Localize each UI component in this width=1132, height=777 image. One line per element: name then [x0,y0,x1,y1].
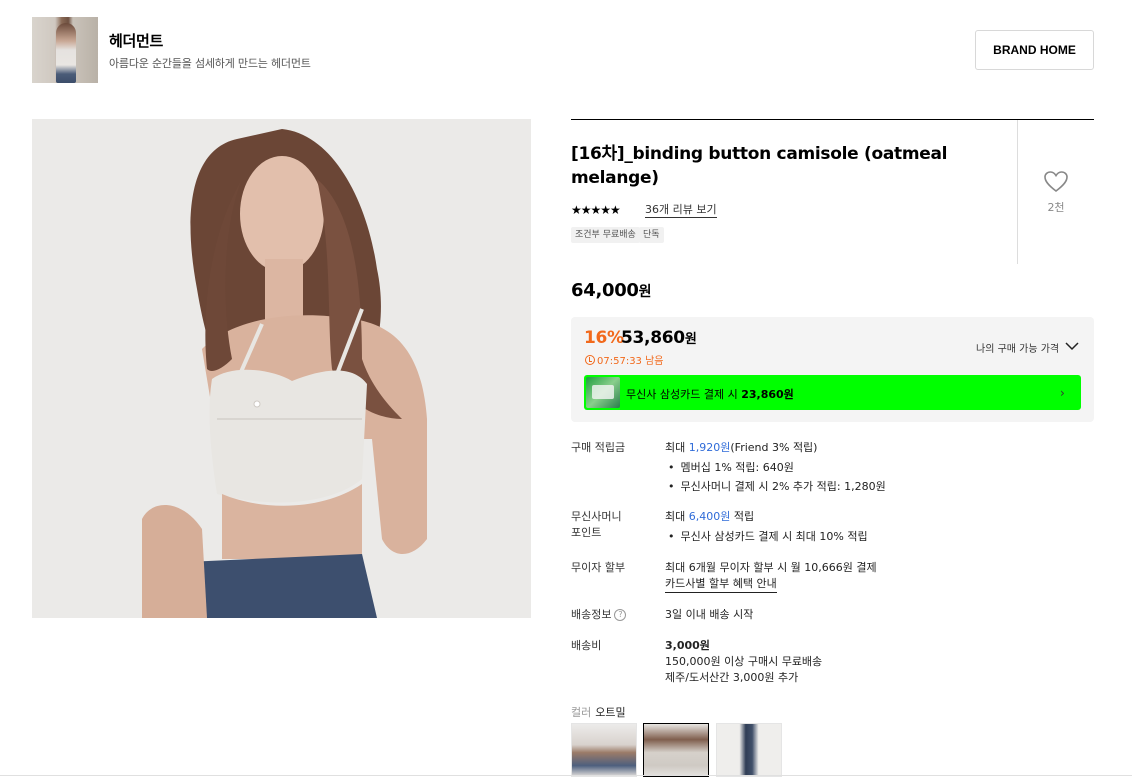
card-promo-prefix: 무신사 삼성카드 결제 시 [626,388,738,401]
color-label-text: 컬러 [571,706,592,719]
installment-label: 무이자 할부 [571,561,626,574]
card-image-icon [586,377,620,408]
color-swatch-3[interactable] [716,723,782,777]
installment-link[interactable]: 카드사별 할부 혜택 안내 [665,576,777,593]
bottom-divider [0,775,1132,776]
original-price-value: 64,000 [571,280,639,301]
reward-prefix: 최대 [665,441,686,454]
reward-bullet-membership: 멤버십 1% 적립: 640원 [668,460,794,476]
like-count: 2천 [1047,201,1065,214]
heart-icon[interactable] [1043,170,1069,194]
discount-rate: 16% [584,328,624,348]
tag-exclusive: 단독 [639,227,664,243]
money-bullet: 무신사 삼성카드 결제 시 최대 10% 적립 [668,529,868,545]
shipping-label-text: 배송정보 [571,608,612,621]
my-price-toggle[interactable]: 나의 구매 가능 가격 [976,340,1059,355]
sale-timer: 07:57:33 남음 [585,352,664,367]
brand-description: 아름다운 순간들을 섬세하게 만드는 헤더먼트 [109,57,311,70]
product-title: [16차]_binding button camisole (oatmeal m… [571,144,948,188]
clock-icon [585,354,595,365]
color-swatch-1[interactable] [571,723,637,777]
original-price-currency: 원 [638,284,652,300]
card-promo-text: 무신사 삼성카드 결제 시 23,860원 [626,386,794,402]
help-icon[interactable]: ? [614,609,627,621]
money-label-line1: 무신사머니 [571,510,622,523]
tag-free-shipping: 조건부 무료배송 [571,227,640,243]
sale-price-currency: 원 [684,332,697,347]
money-amount: 6,400원 [688,510,731,523]
sale-price-value: 53,860 [621,328,685,348]
brand-name[interactable]: 헤더먼트 [109,30,163,51]
color-label: 컬러 오트밀 [571,704,626,720]
fee-note-free: 150,000원 이상 구매시 무료배송 [665,655,823,668]
money-suffix: 적립 [733,510,755,523]
money-prefix: 최대 [665,510,686,523]
chevron-right-icon[interactable]: › [1060,386,1065,400]
reward-bullet-money: 무신사머니 결제 시 2% 추가 적립: 1,280원 [668,479,886,495]
review-link[interactable]: 36개 리뷰 보기 [645,203,717,218]
original-price: 64,000원 [571,280,652,301]
fee-value: 3,000원 [665,639,710,652]
money-label-line2: 포인트 [571,526,602,539]
color-value: 오트밀 [595,706,626,719]
brand-logo-image[interactable] [32,17,98,83]
fee-label: 배송비 [571,639,602,652]
timer-text: 07:57:33 남음 [597,356,664,367]
chevron-down-icon[interactable] [1065,340,1079,352]
rating-stars: ★★★★★ [571,203,621,217]
product-main-image[interactable] [32,119,531,618]
reward-suffix: (Friend 3% 적립) [730,441,818,454]
shipping-label: 배송정보? [571,607,627,623]
reward-value: 최대 1,920원(Friend 3% 적립) [665,440,817,456]
brand-home-button[interactable]: BRAND HOME [975,30,1094,70]
product-photo [32,119,531,618]
reward-label: 구매 적립금 [571,441,626,454]
installment-value: 최대 6개월 무이자 할부 시 월 10,666원 결제 [665,561,877,574]
reward-amount: 1,920원 [688,441,731,454]
color-swatch-2-selected[interactable] [643,723,709,777]
card-promo-price: 23,860원 [741,388,794,401]
sale-price: 53,860원 [621,328,697,348]
shipping-value: 3일 이내 배송 시작 [665,608,754,621]
brand-logo-figure [56,23,76,83]
top-divider [571,119,1094,120]
fee-note-extra: 제주/도서산간 3,000원 추가 [665,671,799,684]
money-value: 최대 6,400원 적립 [665,509,754,525]
vertical-divider [1017,120,1018,264]
